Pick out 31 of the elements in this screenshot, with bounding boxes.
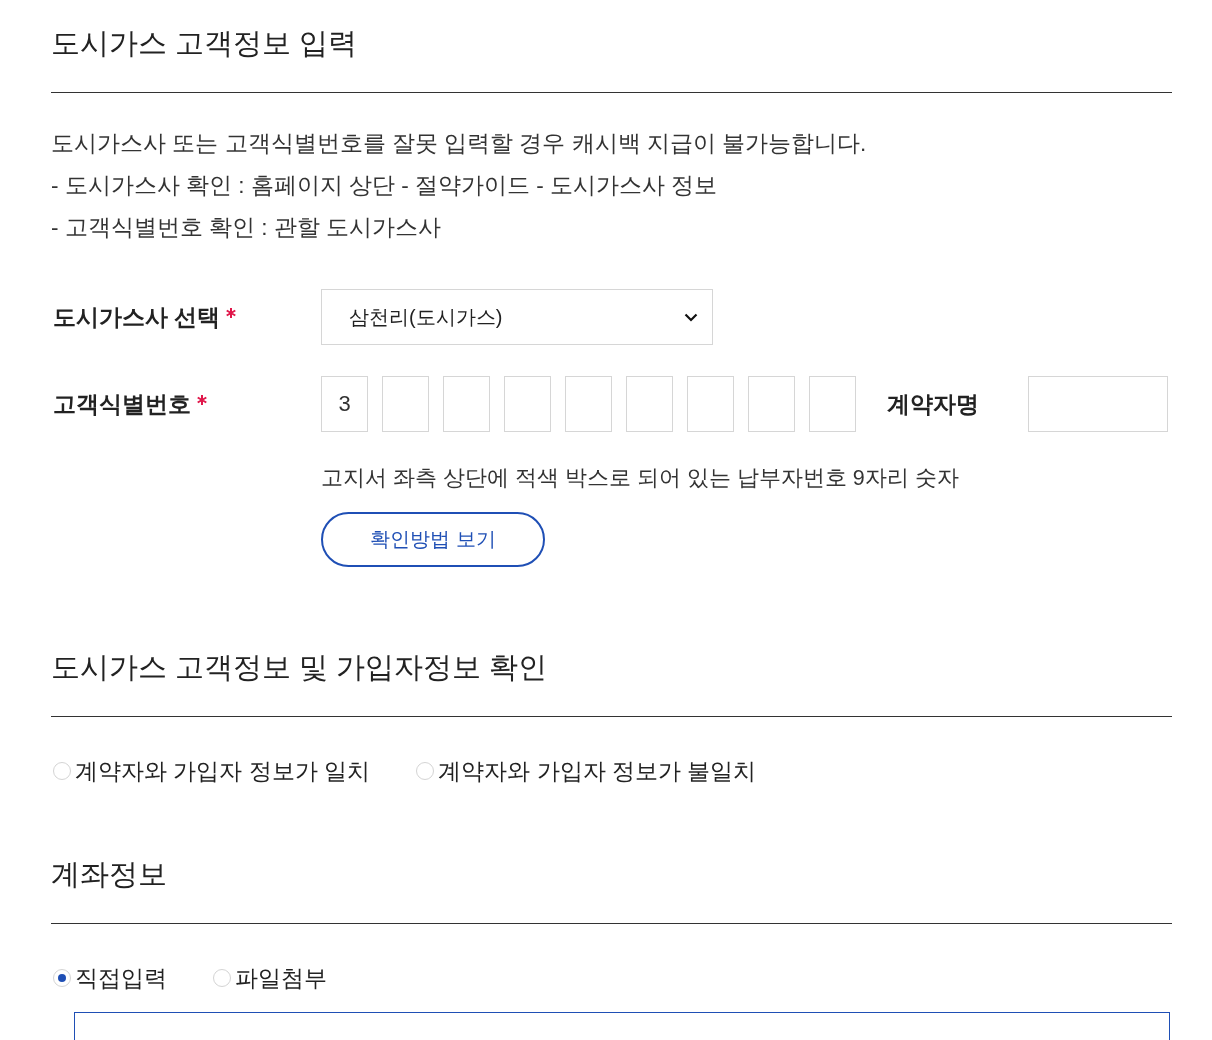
radio-button[interactable] bbox=[53, 969, 71, 987]
radio-option[interactable]: 직접입력 bbox=[53, 962, 167, 994]
section-title: 계좌정보 bbox=[51, 857, 167, 892]
digit-input[interactable] bbox=[565, 376, 612, 432]
digit-input[interactable] bbox=[687, 376, 734, 432]
field-label: 도시가스사 선택 bbox=[53, 302, 221, 332]
digit-input[interactable] bbox=[748, 376, 795, 432]
contract-name-input[interactable] bbox=[1028, 376, 1168, 432]
section-title: 도시가스 고객정보 및 가입자정보 확인 bbox=[51, 650, 548, 685]
digit-input[interactable] bbox=[382, 376, 429, 432]
help-button[interactable]: 확인방법 보기 bbox=[321, 512, 545, 567]
notice-text: - 도시가스사 확인 : 홈페이지 상단 - 절약가이드 - 도시가스사 정보 bbox=[51, 172, 719, 200]
radio-button[interactable] bbox=[416, 762, 435, 780]
radio-option[interactable]: 계약자와 가입자 정보가 일치 bbox=[53, 755, 371, 787]
radio-option[interactable]: 파일첨부 bbox=[213, 962, 327, 994]
digit-input[interactable] bbox=[443, 376, 490, 432]
notice-text: - 고객식별번호 확인 : 관할 도시가스사 bbox=[51, 214, 442, 242]
hint-text: 고지서 좌측 상단에 적색 박스로 되어 있는 납부자번호 9자리 숫자 bbox=[321, 465, 960, 492]
radio-button[interactable] bbox=[53, 762, 71, 780]
digit-input[interactable] bbox=[504, 376, 551, 432]
notice-text: 도시가스사 또는 고객식별번호를 잘못 입력할 경우 캐시백 지급이 불가능합니다. bbox=[51, 130, 868, 158]
digit-input[interactable] bbox=[809, 376, 856, 432]
digit-input[interactable] bbox=[626, 376, 673, 432]
section-title: 도시가스 고객정보 입력 bbox=[51, 26, 358, 61]
field-label: 계약자명 bbox=[887, 389, 980, 419]
radio-option[interactable]: 계약자와 가입자 정보가 불일치 bbox=[416, 755, 757, 787]
digit-input[interactable]: 3 bbox=[321, 376, 368, 432]
field-label: 고객식별번호 bbox=[53, 389, 191, 419]
company-select[interactable]: 삼천리(도시가스) bbox=[321, 289, 713, 345]
radio-button[interactable] bbox=[213, 969, 231, 987]
chevron-down-icon bbox=[684, 312, 698, 322]
